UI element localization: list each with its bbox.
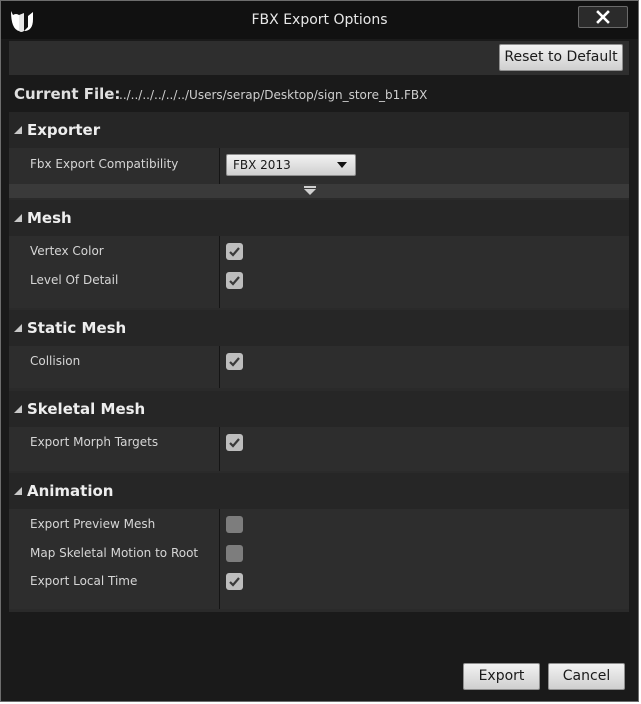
vertex-color-checkbox[interactable] <box>226 243 243 260</box>
current-file-label: Current File: <box>14 85 121 103</box>
section-header-mesh[interactable]: Mesh <box>9 200 629 236</box>
level-of-detail-checkbox[interactable] <box>226 272 243 289</box>
section-title-mesh: Mesh <box>27 209 72 227</box>
triangle-collapse-icon <box>14 214 22 222</box>
section-skeletal-mesh: Skeletal Mesh Export Morph Targets <box>9 391 629 471</box>
triangle-collapse-icon <box>14 487 22 495</box>
section-title-skeletal-mesh: Skeletal Mesh <box>27 400 146 418</box>
window-title: FBX Export Options <box>251 12 388 28</box>
export-button[interactable]: Export <box>463 663 540 690</box>
checkmark-icon <box>229 276 240 286</box>
checkmark-icon <box>229 438 240 448</box>
checkmark-icon <box>229 247 240 257</box>
section-title-animation: Animation <box>27 482 114 500</box>
fbx-compat-value: FBX 2013 <box>233 158 291 172</box>
section-header-static-mesh[interactable]: Static Mesh <box>9 310 629 346</box>
toolbar: Reset to Default <box>9 41 629 75</box>
section-header-exporter[interactable]: Exporter <box>9 112 629 148</box>
row-export-preview-mesh: Export Preview Mesh <box>9 510 629 538</box>
row-fbx-export-compatibility: Fbx Export Compatibility FBX 2013 <box>9 150 629 178</box>
close-button[interactable] <box>578 6 628 28</box>
title-bar[interactable]: FBX Export Options <box>1 1 638 39</box>
section-title-static-mesh: Static Mesh <box>27 319 127 337</box>
row-export-morph-targets: Export Morph Targets <box>9 428 629 456</box>
current-file: Current File: ../../../../../../Users/se… <box>9 82 629 108</box>
close-icon <box>596 10 610 24</box>
collision-checkbox[interactable] <box>226 353 243 370</box>
export-preview-mesh-label: Export Preview Mesh <box>30 517 156 531</box>
advanced-expander[interactable] <box>9 184 629 198</box>
export-options-window: FBX Export Options Reset to Default Curr… <box>0 0 639 702</box>
vertex-color-label: Vertex Color <box>30 244 104 258</box>
section-header-animation[interactable]: Animation <box>9 473 629 509</box>
checkmark-icon <box>229 577 240 587</box>
chevron-down-icon <box>337 162 347 168</box>
triangle-collapse-icon <box>14 324 22 332</box>
section-mesh: Mesh Vertex Color Level Of Detail <box>9 200 629 308</box>
export-local-time-checkbox[interactable] <box>226 573 243 590</box>
row-map-skeletal-motion-to-root: Map Skeletal Motion to Root <box>9 539 629 567</box>
row-export-local-time: Export Local Time <box>9 567 629 595</box>
reset-to-default-button[interactable]: Reset to Default <box>499 44 623 71</box>
export-morph-targets-label: Export Morph Targets <box>30 435 159 449</box>
cancel-button[interactable]: Cancel <box>548 663 625 690</box>
triangle-collapse-icon <box>14 405 22 413</box>
row-level-of-detail: Level Of Detail <box>9 266 629 294</box>
row-vertex-color: Vertex Color <box>9 237 629 265</box>
section-animation: Animation Export Preview Mesh Map Skelet… <box>9 473 629 609</box>
section-static-mesh: Static Mesh Collision <box>9 310 629 388</box>
export-morph-targets-checkbox[interactable] <box>226 434 243 451</box>
section-header-skeletal-mesh[interactable]: Skeletal Mesh <box>9 391 629 427</box>
section-title-exporter: Exporter <box>27 121 101 139</box>
map-skeletal-motion-label: Map Skeletal Motion to Root <box>30 546 199 560</box>
section-exporter: Exporter Fbx Export Compatibility FBX 20… <box>9 112 629 198</box>
expand-arrow-icon <box>304 186 316 195</box>
triangle-collapse-icon <box>14 126 22 134</box>
export-local-time-label: Export Local Time <box>30 574 138 588</box>
current-file-path: ../../../../../../Users/serap/Desktop/si… <box>119 88 428 102</box>
fbx-compat-label: Fbx Export Compatibility <box>30 157 179 171</box>
collision-label: Collision <box>30 354 81 368</box>
export-preview-mesh-checkbox[interactable] <box>226 516 243 533</box>
checkmark-icon <box>229 357 240 367</box>
options-panel: Exporter Fbx Export Compatibility FBX 20… <box>9 112 629 612</box>
row-collision: Collision <box>9 347 629 375</box>
map-skeletal-motion-checkbox[interactable] <box>226 545 243 562</box>
level-of-detail-label: Level Of Detail <box>30 273 119 287</box>
fbx-compat-dropdown[interactable]: FBX 2013 <box>226 154 356 176</box>
